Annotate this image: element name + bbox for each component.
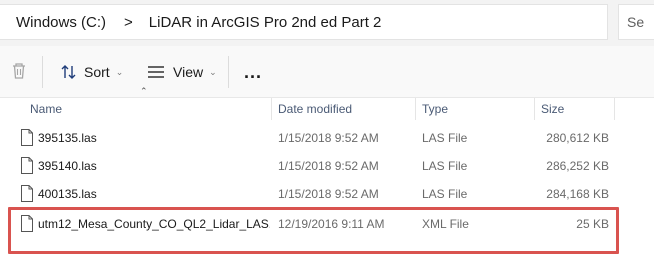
file-type: LAS File — [422, 159, 468, 173]
column-header-date-label: Date modified — [278, 102, 353, 116]
breadcrumb-separator[interactable]: > — [124, 14, 133, 31]
sort-label: Sort — [84, 64, 110, 80]
file-name: 395135.las — [38, 131, 97, 145]
view-label: View — [173, 64, 204, 80]
column-header-name-label: Name — [30, 102, 63, 116]
file-icon — [21, 185, 33, 202]
file-row[interactable]: 395140.las 1/15/2018 9:52 AM LAS File 28… — [0, 152, 654, 180]
file-row[interactable]: 395135.las 1/15/2018 9:52 AM LAS File 28… — [0, 124, 654, 152]
column-header-type[interactable]: Type — [416, 98, 535, 120]
search-placeholder: Se — [627, 14, 645, 30]
more-icon: ... — [244, 61, 263, 82]
command-bar: Sort ⌄ View ⌄ ... — [0, 46, 654, 98]
file-name: 395140.las — [38, 159, 97, 173]
file-type: LAS File — [422, 131, 468, 145]
column-header-size[interactable]: Size — [535, 98, 615, 120]
file-type: LAS File — [422, 187, 468, 201]
breadcrumb-item-drive[interactable]: Windows (C:) — [16, 14, 106, 31]
file-size: 284,168 KB — [546, 187, 609, 201]
breadcrumb[interactable]: Windows (C:) > LiDAR in ArcGIS Pro 2nd e… — [0, 4, 608, 40]
file-date: 1/15/2018 9:52 AM — [278, 131, 379, 145]
chevron-down-icon: ⌄ — [209, 66, 217, 77]
column-header-type-label: Type — [422, 102, 449, 116]
file-date: 1/15/2018 9:52 AM — [278, 187, 379, 201]
view-button[interactable]: View ⌄ — [147, 62, 217, 82]
chevron-down-icon: ⌄ — [115, 66, 124, 77]
column-header-date[interactable]: Date modified — [272, 98, 416, 120]
column-header-size-label: Size — [541, 102, 565, 116]
file-icon — [21, 157, 33, 174]
view-icon — [148, 66, 164, 78]
trash-icon — [13, 63, 25, 79]
search-input[interactable]: Se — [618, 4, 654, 40]
sort-icon — [61, 65, 76, 79]
file-size: 280,612 KB — [546, 131, 609, 145]
delete-button[interactable] — [8, 60, 30, 82]
file-row[interactable]: 400135.las 1/15/2018 9:52 AM LAS File 28… — [0, 180, 654, 208]
sort-button[interactable]: Sort ⌄ — [60, 62, 123, 82]
file-name: 400135.las — [38, 187, 97, 201]
column-header-row: Name Date modified Type Size — [0, 98, 654, 120]
sort-ascending-icon: ⌃ — [140, 86, 148, 96]
file-size: 286,252 KB — [546, 159, 609, 173]
toolbar-divider — [228, 56, 229, 88]
toolbar-divider — [42, 56, 43, 88]
highlight-box — [8, 207, 619, 254]
file-date: 1/15/2018 9:52 AM — [278, 159, 379, 173]
breadcrumb-item-folder[interactable]: LiDAR in ArcGIS Pro 2nd ed Part 2 — [149, 14, 382, 31]
more-options-button[interactable]: ... — [244, 62, 262, 82]
column-header-name[interactable]: Name — [24, 98, 272, 120]
file-icon — [21, 129, 33, 146]
address-bar: Windows (C:) > LiDAR in ArcGIS Pro 2nd e… — [0, 0, 654, 46]
